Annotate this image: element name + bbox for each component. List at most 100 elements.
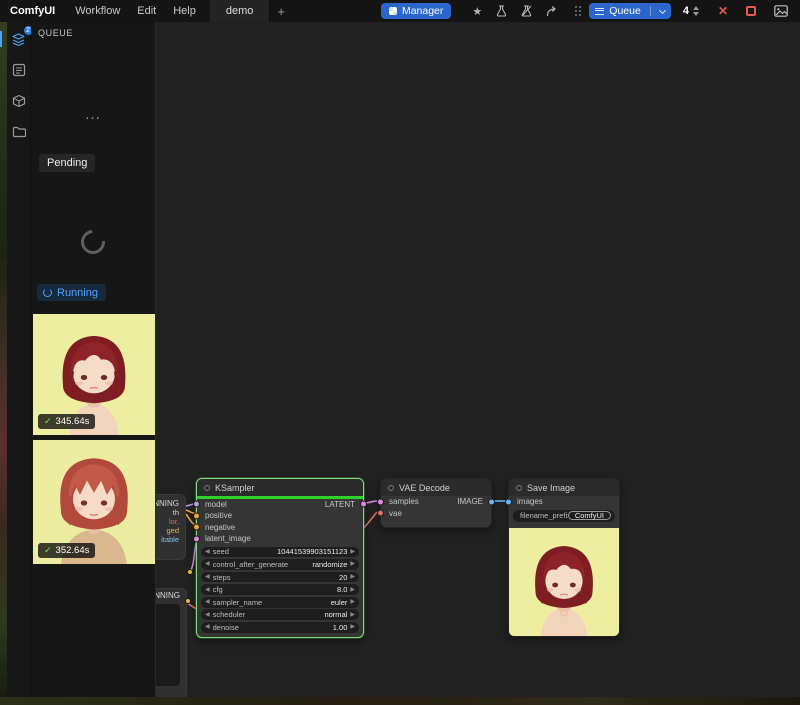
model-library-icon bbox=[12, 94, 26, 108]
increment-icon[interactable] bbox=[693, 6, 699, 10]
port-images-input[interactable] bbox=[505, 498, 512, 505]
widget-name: seed bbox=[213, 547, 277, 556]
port-vae-input[interactable] bbox=[377, 510, 384, 517]
port-negative-input[interactable] bbox=[193, 524, 200, 531]
widget-scheduler[interactable]: ◀ scheduler normal ▶ bbox=[201, 609, 359, 620]
arrow-right-icon[interactable]: ▶ bbox=[350, 599, 355, 605]
output-label: IMAGE bbox=[457, 497, 483, 506]
drag-handle-icon[interactable] bbox=[575, 6, 581, 16]
arrow-left-icon[interactable]: ◀ bbox=[205, 549, 210, 555]
input-label: latent_image bbox=[205, 534, 251, 543]
menu-workflow[interactable]: Workflow bbox=[75, 5, 120, 17]
port-latent-image-input[interactable] bbox=[193, 535, 200, 542]
sidebar-item-model-library[interactable] bbox=[9, 91, 29, 111]
port-latent-output[interactable] bbox=[360, 501, 367, 508]
interrupt-button[interactable]: ✕ bbox=[718, 4, 728, 18]
widget-value: randomize bbox=[312, 560, 347, 569]
widget-list: filename_prefix ComfyUI bbox=[509, 508, 619, 526]
collapse-dot[interactable] bbox=[516, 485, 522, 491]
arrow-left-icon[interactable]: ◀ bbox=[205, 599, 210, 605]
flask-off-icon[interactable] bbox=[521, 5, 532, 17]
queue-button-divider bbox=[650, 6, 651, 16]
clipped-node[interactable]: NNING th lor, ged itable bbox=[156, 494, 186, 560]
widget-steps[interactable]: ◀ steps 20 ▶ bbox=[201, 572, 359, 583]
running-status-fragment: NNING bbox=[156, 589, 186, 601]
port-positive-input[interactable] bbox=[193, 512, 200, 519]
batch-count-stepper[interactable]: 4 bbox=[683, 5, 699, 17]
overflow-dots[interactable]: ... bbox=[85, 106, 101, 123]
sidebar-rail: 2 bbox=[7, 22, 31, 697]
manager-button-label: Manager bbox=[402, 5, 443, 17]
arrow-left-icon[interactable]: ◀ bbox=[205, 612, 210, 618]
widget-filename-prefix[interactable]: filename_prefix ComfyUI bbox=[513, 510, 615, 522]
execution-time-value: 345.64s bbox=[56, 416, 90, 427]
sidebar-item-workflows[interactable] bbox=[9, 122, 29, 142]
port-samples-input[interactable] bbox=[377, 498, 384, 505]
widget-name: filename_prefix bbox=[520, 511, 568, 520]
menu-help[interactable]: Help bbox=[173, 5, 196, 17]
clipped-node[interactable]: NNING bbox=[156, 588, 187, 697]
widget-name: sampler_name bbox=[213, 598, 331, 607]
text-fragment: itable bbox=[161, 536, 179, 545]
node-header[interactable]: Save Image bbox=[509, 479, 619, 496]
input-label: vae bbox=[389, 509, 402, 518]
workflow-tab[interactable]: demo bbox=[210, 0, 271, 22]
app-logo[interactable]: ComfyUI bbox=[10, 5, 55, 17]
arrow-left-icon[interactable]: ◀ bbox=[205, 587, 210, 593]
widget-name: cfg bbox=[213, 585, 337, 594]
arrow-right-icon[interactable]: ▶ bbox=[350, 574, 355, 580]
sidebar-item-node-library[interactable] bbox=[9, 60, 29, 80]
arrow-right-icon[interactable]: ▶ bbox=[350, 624, 355, 630]
collapse-dot[interactable] bbox=[388, 485, 394, 491]
input-label: images bbox=[517, 497, 543, 506]
arrow-left-icon[interactable]: ◀ bbox=[205, 624, 210, 630]
queue-run-button[interactable]: Queue bbox=[589, 3, 671, 19]
arrow-right-icon[interactable]: ▶ bbox=[350, 549, 355, 555]
pending-section-label[interactable]: Pending bbox=[39, 154, 95, 172]
widget-control-after-generate[interactable]: ◀ control_after_generate randomize ▶ bbox=[201, 559, 359, 570]
running-spinner-icon bbox=[43, 288, 52, 297]
share-icon[interactable] bbox=[546, 6, 558, 17]
port-image-output[interactable] bbox=[488, 498, 495, 505]
stepper-carets[interactable] bbox=[693, 6, 699, 16]
io-row: vae bbox=[381, 508, 491, 520]
node-save-image[interactable]: Save Image images filename_prefix ComfyU… bbox=[508, 478, 620, 637]
new-tab-button[interactable]: + bbox=[277, 4, 285, 19]
port-model-input[interactable] bbox=[193, 501, 200, 508]
output-port-dot[interactable] bbox=[185, 598, 191, 604]
queue-result-item[interactable]: ✓ 352.64s bbox=[33, 440, 155, 564]
clear-queue-button[interactable] bbox=[746, 6, 756, 16]
widget-cfg[interactable]: ◀ cfg 8.0 ▶ bbox=[201, 584, 359, 595]
chevron-down-icon[interactable] bbox=[659, 6, 666, 13]
output-port-dot[interactable] bbox=[187, 569, 193, 575]
arrow-left-icon[interactable]: ◀ bbox=[205, 574, 210, 580]
gallery-icon[interactable] bbox=[774, 5, 788, 17]
widget-sampler-name[interactable]: ◀ sampler_name euler ▶ bbox=[201, 597, 359, 608]
graph-canvas[interactable]: NNING th lor, ged itable NNING KSampler bbox=[156, 22, 800, 697]
flask-icon[interactable] bbox=[496, 5, 507, 17]
arrow-left-icon[interactable]: ◀ bbox=[205, 561, 210, 567]
node-vae-decode[interactable]: VAE Decode samples IMAGE vae bbox=[380, 478, 492, 528]
output-preview-image[interactable] bbox=[509, 528, 619, 636]
node-library-icon bbox=[12, 63, 26, 77]
io-row: images bbox=[509, 496, 619, 508]
arrow-right-icon[interactable]: ▶ bbox=[350, 612, 355, 618]
widget-denoise[interactable]: ◀ denoise 1.00 ▶ bbox=[201, 622, 359, 633]
output-label: LATENT bbox=[325, 500, 355, 509]
node-header[interactable]: VAE Decode bbox=[381, 479, 491, 496]
sidebar-item-queue[interactable]: 2 bbox=[9, 29, 29, 49]
menu-edit[interactable]: Edit bbox=[137, 5, 156, 17]
manager-button[interactable]: Manager bbox=[381, 3, 451, 19]
star-icon[interactable]: ★ bbox=[472, 5, 482, 18]
loading-spinner bbox=[76, 225, 110, 259]
collapse-dot[interactable] bbox=[204, 485, 210, 491]
arrow-right-icon[interactable]: ▶ bbox=[350, 561, 355, 567]
node-ksampler[interactable]: KSampler model LATENT positive negative bbox=[196, 478, 364, 638]
widget-seed[interactable]: ◀ seed 10441539903151123 ▶ bbox=[201, 547, 359, 558]
arrow-right-icon[interactable]: ▶ bbox=[350, 587, 355, 593]
clipped-textarea-widget[interactable] bbox=[156, 604, 180, 686]
decrement-icon[interactable] bbox=[693, 12, 699, 16]
node-header[interactable]: KSampler bbox=[197, 479, 363, 496]
widget-value[interactable]: ComfyUI bbox=[568, 511, 611, 521]
queue-result-item[interactable]: ✓ 345.64s bbox=[33, 314, 155, 435]
